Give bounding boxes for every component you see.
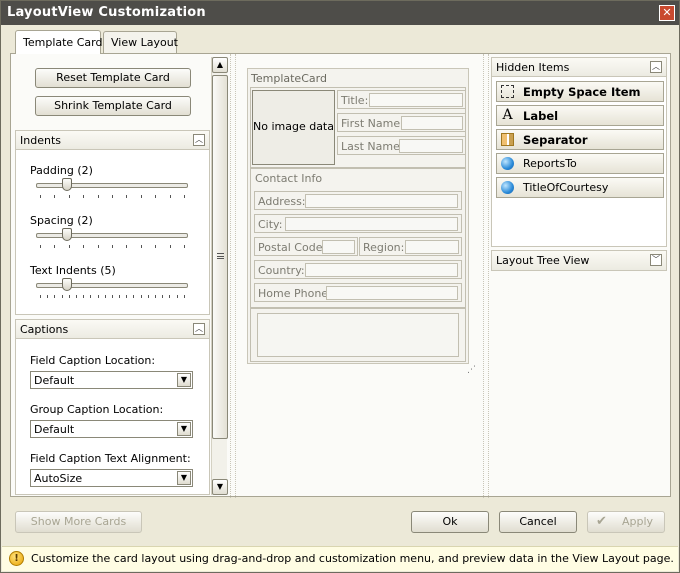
photo-placeholder[interactable]: No image data [252,90,335,165]
hidden-item-reportsto[interactable]: ReportsTo [496,153,664,174]
hidden-items-title: Hidden Items [496,61,570,74]
template-card[interactable]: TemplateCard No image data Title: First … [247,68,469,364]
group-caption-location-select[interactable]: Default ▼ [30,420,193,438]
contact-info-title: Contact Info [255,172,323,185]
contact-info-group[interactable]: Contact Info Address: City: Postal Code:… [250,168,466,308]
address-field[interactable]: Address: [254,191,462,210]
field-caption-alignment-select[interactable]: AutoSize ▼ [30,469,193,487]
first-name-field[interactable]: First Name: [337,113,466,132]
tab-view-layout[interactable]: View Layout [103,31,178,54]
card-title: TemplateCard [251,72,327,85]
title-field[interactable]: Title: [337,90,466,109]
chevron-down-icon[interactable]: ▼ [177,422,191,436]
postal-code-field[interactable]: Postal Code: [254,237,358,256]
field-icon [501,157,514,170]
collapse-icon[interactable]: ︿ [193,134,205,146]
country-field[interactable]: Country: [254,260,462,279]
reset-template-card-button[interactable]: Reset Template Card [35,68,191,88]
indents-title: Indents [20,134,61,147]
scroll-up-icon[interactable]: ▲ [212,57,228,73]
spacing-ticks [40,245,185,248]
chevron-down-icon[interactable]: ▼ [177,373,191,387]
padding-label: Padding (2) [30,164,93,177]
chevron-down-icon[interactable]: ▼ [177,471,191,485]
spacing-track[interactable] [36,233,188,238]
collapse-icon[interactable]: ︿ [650,61,662,73]
city-field[interactable]: City: [254,214,462,233]
group-caption-location-label: Group Caption Location: [30,403,164,416]
field-icon [501,181,514,194]
hidden-items-group: Hidden Items ︿ Empty Space Item A Label … [491,57,667,247]
warning-icon: ! [9,551,24,566]
hidden-item-titleofcourtesy[interactable]: TitleOfCourtesy [496,177,664,198]
scroll-down-icon[interactable]: ▼ [212,479,228,495]
padding-slider-thumb[interactable] [62,178,72,191]
window-title: LayoutView Customization [7,5,206,20]
empty-space-icon [501,85,514,98]
title-bar[interactable]: LayoutView Customization ✕ [1,1,679,25]
hidden-item-label[interactable]: A Label [496,105,664,126]
hidden-items-header[interactable]: Hidden Items ︿ [492,58,666,77]
expand-icon[interactable]: ﹀ [650,254,662,266]
ok-button[interactable]: Ok [411,511,489,533]
label-icon: A [502,107,513,123]
tab-template-card[interactable]: Template Card [15,30,102,54]
layout-tree-view-title: Layout Tree View [496,254,590,267]
layout-tree-view-group: Layout Tree View ﹀ [491,250,667,271]
checkmark-icon: ✔ [596,514,607,529]
properties-panel: Reset Template Card Shrink Template Card… [14,57,212,495]
properties-scrollbar[interactable]: ▲ ▼ [211,57,228,495]
padding-ticks [40,195,185,198]
indents-header[interactable]: Indents ︿ [16,131,209,150]
empty-space-item[interactable] [250,308,466,362]
region-field[interactable]: Region: [359,237,462,256]
text-indents-track[interactable] [36,283,188,288]
card-resize-grip-icon[interactable]: ⋰ [467,365,477,375]
hidden-item-empty-space[interactable]: Empty Space Item [496,81,664,102]
field-caption-location-label: Field Caption Location: [30,354,156,367]
text-indents-slider-thumb[interactable] [62,278,72,291]
tab-content: Reset Template Card Shrink Template Card… [10,53,671,498]
field-caption-alignment-label: Field Caption Text Alignment: [30,452,191,465]
captions-title: Captions [20,323,69,336]
layout-tree-view-header[interactable]: Layout Tree View ﹀ [492,251,666,270]
cancel-button[interactable]: Cancel [499,511,577,533]
spacing-slider-thumb[interactable] [62,228,72,241]
padding-track[interactable] [36,183,188,188]
scrollbar-thumb[interactable] [212,75,228,439]
shrink-template-card-button[interactable]: Shrink Template Card [35,96,191,116]
indents-group: Indents ︿ Padding (2) Spacing (2) Text I… [15,130,210,315]
home-phone-field[interactable]: Home Phone: [254,283,462,302]
separator-icon [501,133,514,146]
apply-button[interactable]: ✔ Apply [587,511,665,533]
last-name-field[interactable]: Last Name: [337,136,466,155]
show-more-cards-button[interactable]: Show More Cards [15,511,142,533]
hidden-items-panel: Hidden Items ︿ Empty Space Item A Label … [491,57,667,495]
field-caption-location-select[interactable]: Default ▼ [30,371,193,389]
captions-group: Captions ︿ Field Caption Location: Defau… [15,319,210,495]
text-indents-ticks [40,295,185,298]
status-bar: ! Customize the card layout using drag-a… [2,546,678,571]
spacing-label: Spacing (2) [30,214,93,227]
right-splitter[interactable] [483,54,489,498]
collapse-icon[interactable]: ︿ [193,323,205,335]
captions-header[interactable]: Captions ︿ [16,320,209,339]
text-indents-label: Text Indents (5) [30,264,116,277]
left-splitter[interactable] [230,54,236,498]
customization-window: LayoutView Customization ✕ Template Card… [0,0,680,573]
close-icon[interactable]: ✕ [659,5,675,21]
hidden-item-separator[interactable]: Separator [496,129,664,150]
status-message: Customize the card layout using drag-and… [31,552,674,565]
